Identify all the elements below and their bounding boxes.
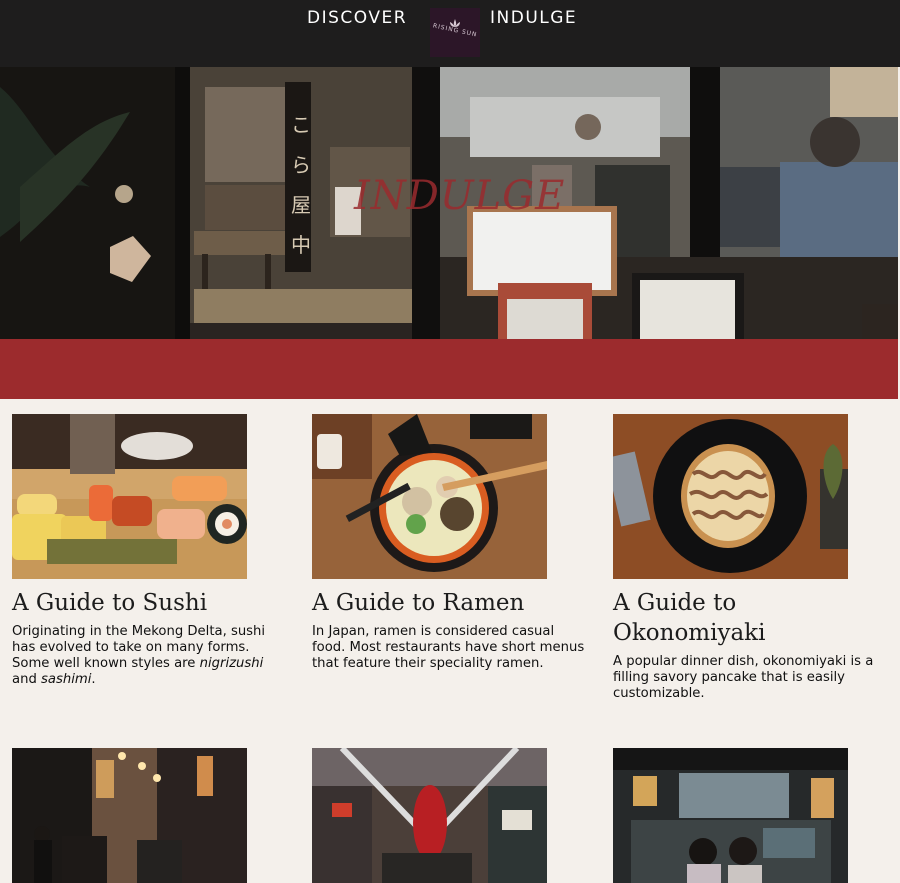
guide-description: Originating in the Mekong Delta, sushi h… xyxy=(12,624,266,687)
night-market-image[interactable] xyxy=(12,748,247,883)
svg-text:こ: こ xyxy=(291,113,311,137)
svg-text:屋: 屋 xyxy=(291,193,311,217)
rising-sun-logo[interactable]: RISING SUN xyxy=(430,8,480,57)
guide-description: A popular dinner dish, okonomiyaki is a … xyxy=(613,654,874,701)
nav-discover-link[interactable]: DISCOVER xyxy=(307,8,407,28)
guide-title[interactable]: A Guide to Ramen xyxy=(312,588,582,618)
guide-description: In Japan, ramen is considered casual foo… xyxy=(312,624,585,671)
svg-text:ら: ら xyxy=(291,153,311,177)
accent-band xyxy=(0,339,898,399)
ramen-image[interactable] xyxy=(312,414,547,579)
shopping-arcade-image[interactable] xyxy=(312,748,547,883)
guide-title[interactable]: A Guide to Okonomiyaki xyxy=(613,588,883,648)
svg-text:中: 中 xyxy=(291,233,311,257)
hero-banner: こ ら 屋 中 INDULGE xyxy=(0,67,898,339)
sushi-image[interactable] xyxy=(12,414,247,579)
okonomiyaki-image[interactable] xyxy=(613,414,848,579)
guide-title[interactable]: A Guide to Sushi xyxy=(12,588,282,618)
hero-title: INDULGE xyxy=(354,173,566,219)
top-navigation-bar: DISCOVER RISING SUN INDULGE xyxy=(0,0,900,67)
food-stall-image[interactable] xyxy=(613,748,848,883)
nav-indulge-link[interactable]: INDULGE xyxy=(490,8,577,28)
